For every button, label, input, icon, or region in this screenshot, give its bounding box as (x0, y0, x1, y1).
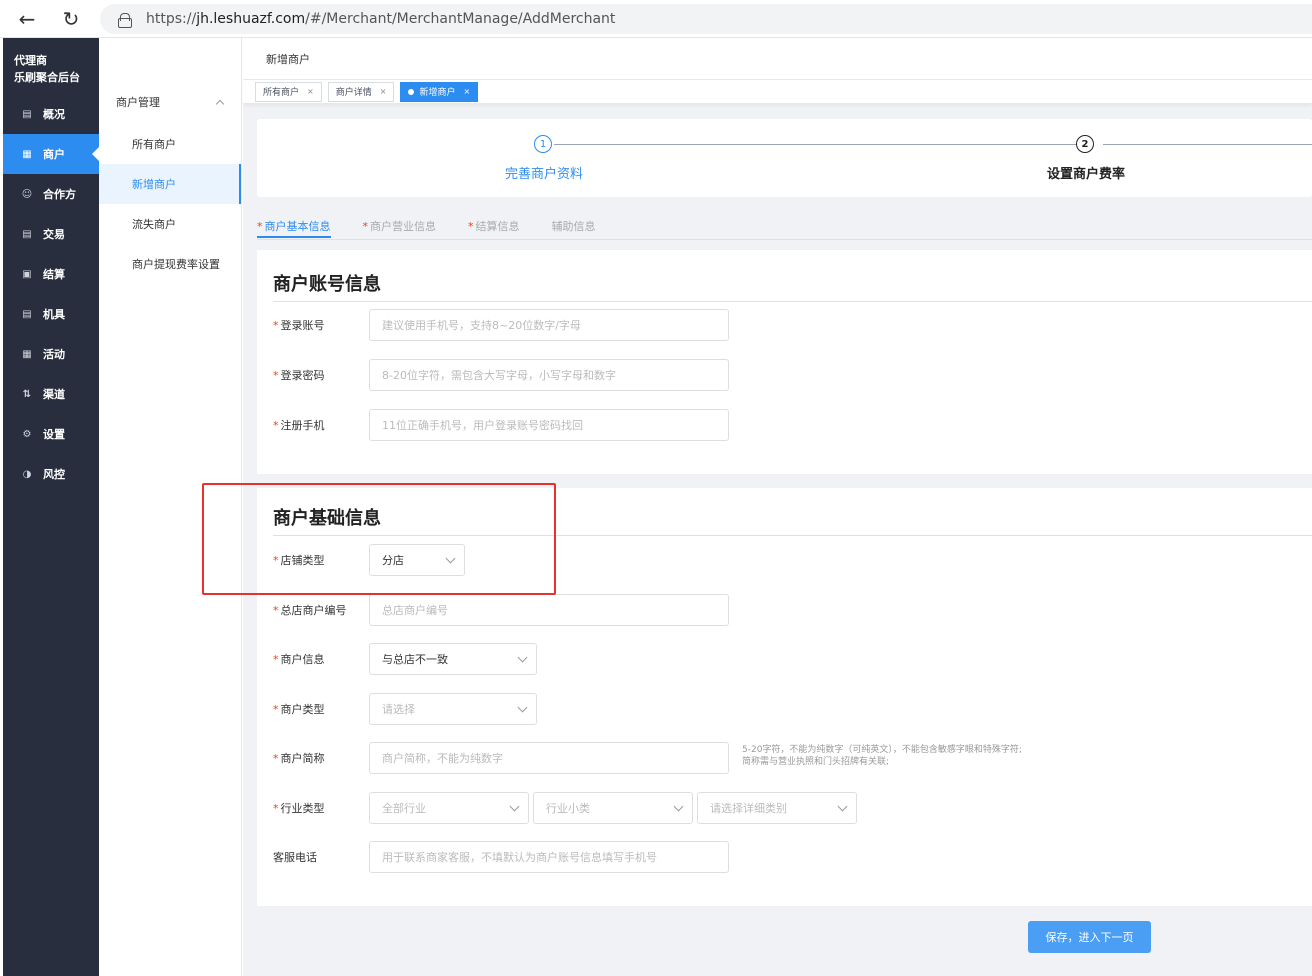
form-tab-basic[interactable]: * 商户基本信息 (257, 208, 331, 238)
channel-icon: ⇅ (22, 388, 32, 400)
short-name-row: * 商户简称 商户简称，不能为纯数字 (273, 742, 729, 774)
monitor-icon: ▤ (22, 108, 32, 120)
form-tabs: * 商户基本信息 * 商户营业信息 * 结算信息 辅助信息 (257, 208, 628, 238)
active-dot-icon (408, 88, 415, 95)
close-icon[interactable]: × (380, 87, 387, 96)
section-title: 商户账号信息 (273, 274, 381, 295)
sub-sidebar: 商户管理 所有商户 新增商户 流失商户 商户提现费率设置 (99, 38, 242, 976)
page-title: 新增商户 (243, 38, 1312, 80)
partner-icon: ☺ (21, 188, 33, 200)
sidebar-item-settings[interactable]: ⚙ 设置 (3, 414, 99, 454)
section-title: 商户基础信息 (273, 508, 381, 529)
short-name-hint: 5-20字符，不能为纯数字（可纯英文），不能包含敏感字眼和特殊字符; 简称需与营… (742, 745, 1022, 767)
service-phone-row: 客服电话 用于联系商家客服，不填默认为商户账号信息填写手机号 (273, 841, 729, 873)
sidebar-item-trade[interactable]: ▤ 交易 (3, 214, 99, 254)
lock-icon (118, 12, 132, 28)
store-type-row: * 店铺类型 分店 (273, 544, 469, 576)
login-account-row: * 登录账号 建议使用手机号，支持8~20位数字/字母 (273, 309, 729, 341)
trade-icon: ▤ (22, 228, 32, 240)
divider (257, 239, 1312, 240)
merchant-type-row: * 商户类型 请选择 (273, 693, 541, 725)
url-text: https://jh.leshuazf.com/#/Merchant/Merch… (146, 11, 616, 27)
sidebar-item-risk[interactable]: ◑ 风控 (3, 454, 99, 494)
browser-toolbar: ← ↻ https://jh.leshuazf.com/#/Merchant/M… (0, 0, 1312, 38)
industry-select[interactable]: 全部行业 (369, 792, 529, 824)
step-1-number: 1 (534, 135, 552, 153)
sub-item-withdraw-rate[interactable]: 商户提现费率设置 (99, 244, 241, 284)
sub-item-lost-merchants[interactable]: 流失商户 (99, 204, 241, 244)
main-content: 新增商户 所有商户 × 商户详情 × 新增商户 × 1 完善商户资料 2 设置商户费率… (243, 38, 1312, 976)
register-phone-row: * 注册手机 11位正确手机号，用户登录账号密码找回 (273, 409, 729, 441)
steps-card: 1 完善商户资料 2 设置商户费率 (257, 119, 1312, 197)
sidebar-item-merchant[interactable]: ▦ 商户 (3, 134, 99, 174)
address-bar[interactable]: https://jh.leshuazf.com/#/Merchant/Merch… (100, 4, 1312, 34)
chevron-down-icon (837, 801, 848, 811)
tab-all-merchants[interactable]: 所有商户 × (255, 81, 322, 102)
sub-group-merchant-manage[interactable]: 商户管理 (99, 80, 241, 124)
form-tab-auxiliary[interactable]: 辅助信息 (552, 208, 596, 238)
chevron-down-icon (517, 652, 528, 662)
grid-icon: ▦ (22, 348, 32, 360)
sidebar-item-overview[interactable]: ▤ 概况 (3, 94, 99, 134)
shield-icon: ◑ (22, 468, 32, 480)
form-tab-settlement[interactable]: * 结算信息 (468, 208, 520, 238)
divider (273, 301, 1312, 302)
step-2-label: 设置商户费率 (1047, 167, 1126, 182)
tab-bar: 所有商户 × 商户详情 × 新增商户 × (243, 80, 1312, 104)
merchant-info-row: * 商户信息 与总店不一致 (273, 643, 541, 675)
back-arrow-icon[interactable]: ← (12, 4, 42, 34)
sub-item-all-merchants[interactable]: 所有商户 (99, 124, 241, 164)
merchant-info-select[interactable]: 与总店不一致 (369, 643, 537, 675)
sidebar-item-channel[interactable]: ⇅ 渠道 (3, 374, 99, 414)
sidebar-item-partner[interactable]: ☺ 合作方 (3, 174, 99, 214)
device-icon: ▤ (22, 308, 32, 320)
close-icon[interactable]: × (463, 87, 470, 96)
hq-number-row: * 总店商户编号 总店商户编号 (273, 594, 729, 626)
store-icon: ▦ (22, 148, 32, 160)
login-password-input[interactable]: 8-20位字符，需包含大写字母，小写字母和数字 (369, 359, 729, 391)
tab-merchant-detail[interactable]: 商户详情 × (327, 81, 395, 102)
chevron-down-icon (445, 553, 456, 563)
register-phone-input[interactable]: 11位正确手机号，用户登录账号密码找回 (369, 409, 729, 441)
industry-subcategory-select[interactable]: 行业小类 (533, 792, 693, 824)
sidebar-item-device[interactable]: ▤ 机具 (3, 294, 99, 334)
divider (273, 535, 1312, 536)
gear-icon: ⚙ (22, 428, 32, 440)
close-icon[interactable]: × (307, 87, 314, 96)
chevron-down-icon (517, 702, 528, 712)
sidebar-item-settle[interactable]: ▣ 结算 (3, 254, 99, 294)
hq-number-input[interactable]: 总店商户编号 (369, 594, 729, 626)
settle-icon: ▣ (22, 268, 32, 280)
login-password-row: * 登录密码 8-20位字符，需包含大写字母，小写字母和数字 (273, 359, 729, 391)
industry-row: * 行业类型 全部行业 行业小类 请选择详细类别 (273, 792, 861, 824)
chevron-down-icon (509, 801, 520, 811)
sub-item-add-merchant[interactable]: 新增商户 (99, 164, 241, 204)
account-card: 商户账号信息 * 登录账号 建议使用手机号，支持8~20位数字/字母 * 登录密码 … (257, 250, 1312, 474)
step-connector (554, 144, 1086, 145)
sidebar-item-activity[interactable]: ▦ 活动 (3, 334, 99, 374)
service-phone-input[interactable]: 用于联系商家客服，不填默认为商户账号信息填写手机号 (369, 841, 729, 873)
step-connector (1103, 144, 1312, 145)
chevron-up-icon (215, 99, 225, 108)
basic-info-card: 商户基础信息 * 店铺类型 分店 * 总店商户编号 总店商户编号 * 商户信息 与总店… (257, 488, 1312, 906)
industry-detail-select[interactable]: 请选择详细类别 (697, 792, 857, 824)
reload-icon[interactable]: ↻ (56, 4, 86, 34)
short-name-input[interactable]: 商户简称，不能为纯数字 (369, 742, 729, 774)
step-2-number: 2 (1076, 135, 1094, 153)
merchant-type-select[interactable]: 请选择 (369, 693, 537, 725)
tab-add-merchant[interactable]: 新增商户 × (400, 81, 479, 102)
store-type-select[interactable]: 分店 (369, 544, 465, 576)
chevron-down-icon (673, 801, 684, 811)
main-sidebar: 代理商 乐刷聚合后台 ▤ 概况 ▦ 商户 ☺ 合作方 ▤ 交易 ▣ 结算 ▤ 机具 ▦ 活动 … (3, 38, 99, 976)
login-account-input[interactable]: 建议使用手机号，支持8~20位数字/字母 (369, 309, 729, 341)
step-1-label: 完善商户资料 (505, 167, 584, 182)
brand: 代理商 乐刷聚合后台 (14, 54, 80, 84)
save-next-button[interactable]: 保存，进入下一页 (1028, 921, 1151, 953)
form-tab-business[interactable]: * 商户营业信息 (363, 208, 437, 238)
